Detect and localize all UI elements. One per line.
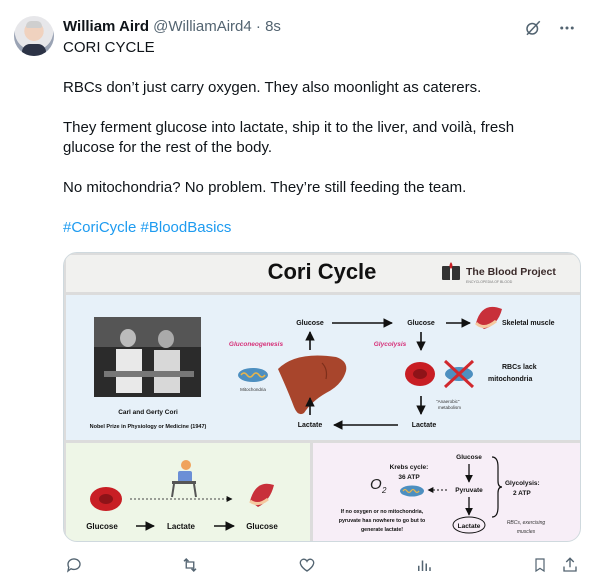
lactate-liver-label: Lactate xyxy=(298,422,323,429)
share-icon[interactable] xyxy=(559,554,581,576)
panel-lactate-label: Lactate xyxy=(458,523,481,530)
author-name[interactable]: William Aird xyxy=(63,18,149,35)
bottom-right-panel xyxy=(313,443,580,541)
pyruvate-label: Pyruvate xyxy=(455,487,483,494)
repost-icon[interactable] xyxy=(179,554,201,576)
no-oxygen-note-3: generate lactate! xyxy=(361,527,403,533)
views-icon[interactable] xyxy=(413,554,435,576)
author-avatar[interactable] xyxy=(14,16,54,56)
post-text-line: glucose for the rest of the body. xyxy=(63,139,273,156)
glucose-liver-label: Glucose xyxy=(296,320,324,327)
post-text-line: They ferment glucose into lactate, ship … xyxy=(63,119,515,136)
anaerobic-label-2: metabolism xyxy=(438,405,461,410)
krebs-label-2: 36 ATP xyxy=(398,474,420,481)
oxygen-subscript: 2 xyxy=(381,486,387,495)
glucose-muscle-label: Glucose xyxy=(407,320,435,327)
post-timestamp[interactable]: 8s xyxy=(265,18,281,35)
cori-cycle-image[interactable]: Cori Cycle The Blood Project ENCYCLOPEDI… xyxy=(63,252,581,542)
post-text-title: CORI CYCLE xyxy=(63,39,155,56)
separator-dot: · xyxy=(255,18,261,35)
hashtag-row: #CoriCycle #BloodBasics xyxy=(63,218,583,238)
glycolysis-atp-label-2: 2 ATP xyxy=(513,490,531,497)
brand-subtitle: ENCYCLOPEDIA OF BLOOD xyxy=(466,280,513,284)
skeletal-muscle-label: Skeletal muscle xyxy=(502,320,555,327)
rbc-lack-label-1: RBCs lack xyxy=(502,364,537,371)
rbc-icon xyxy=(405,362,435,386)
bottom-lactate-label: Lactate xyxy=(167,522,196,531)
bookmark-icon[interactable] xyxy=(529,554,551,576)
mitochondria-icon xyxy=(238,368,268,382)
post-header: William Aird @WilliamAird4 · 8s xyxy=(63,17,281,37)
gluconeogenesis-label: Gluconeogenesis xyxy=(229,341,284,348)
mitochondria-small-icon xyxy=(400,485,424,497)
rbcs-exercising-label-1: RBCs, exercising xyxy=(507,520,546,526)
rbc-lack-label-2: mitochondria xyxy=(488,376,532,383)
rbc-bottom-icon xyxy=(90,487,122,511)
like-icon[interactable] xyxy=(296,554,318,576)
glycolysis-atp-label-1: Glycolysis: xyxy=(505,480,540,487)
figure-title: Cori Cycle xyxy=(268,259,377,284)
action-bar xyxy=(63,554,581,576)
krebs-label-1: Krebs cycle: xyxy=(390,464,429,471)
post-text-line: No mitochondria? No problem. They’re sti… xyxy=(63,179,467,196)
cori-photo xyxy=(94,317,201,397)
photo-caption-names: Carl and Gerty Cori xyxy=(118,409,178,416)
oxygen-symbol: O xyxy=(370,476,382,493)
grok-icon[interactable] xyxy=(523,18,543,38)
bottom-glucose-2-label: Glucose xyxy=(246,522,278,531)
more-icon[interactable] xyxy=(557,18,577,38)
post-text-line: RBCs don’t just carry oxygen. They also … xyxy=(63,79,482,96)
no-oxygen-note-2: pyruvate has nowhere to go but to xyxy=(339,518,426,524)
rbcs-exercising-label-2: muscles xyxy=(517,529,536,535)
lactate-rbc-label: Lactate xyxy=(412,422,437,429)
bottom-glucose-label: Glucose xyxy=(86,522,118,531)
brand-name: The Blood Project xyxy=(466,266,556,278)
anaerobic-label-1: "Anaerobic" xyxy=(436,399,460,404)
glycolysis-label: Glycolysis xyxy=(374,341,407,348)
panel-glucose-label: Glucose xyxy=(456,454,482,461)
photo-caption-nobel: Nobel Prize in Physiology or Medicine (1… xyxy=(90,424,207,430)
no-oxygen-note-1: If no oxygen or no mitochondria, xyxy=(341,509,424,515)
reply-icon[interactable] xyxy=(63,554,85,576)
hashtag-cori-cycle[interactable]: #CoriCycle xyxy=(63,219,136,236)
author-handle[interactable]: @WilliamAird4 xyxy=(153,18,252,35)
mitochondria-label: Mitochondria xyxy=(240,387,266,392)
hashtag-blood-basics[interactable]: #BloodBasics xyxy=(141,219,232,236)
